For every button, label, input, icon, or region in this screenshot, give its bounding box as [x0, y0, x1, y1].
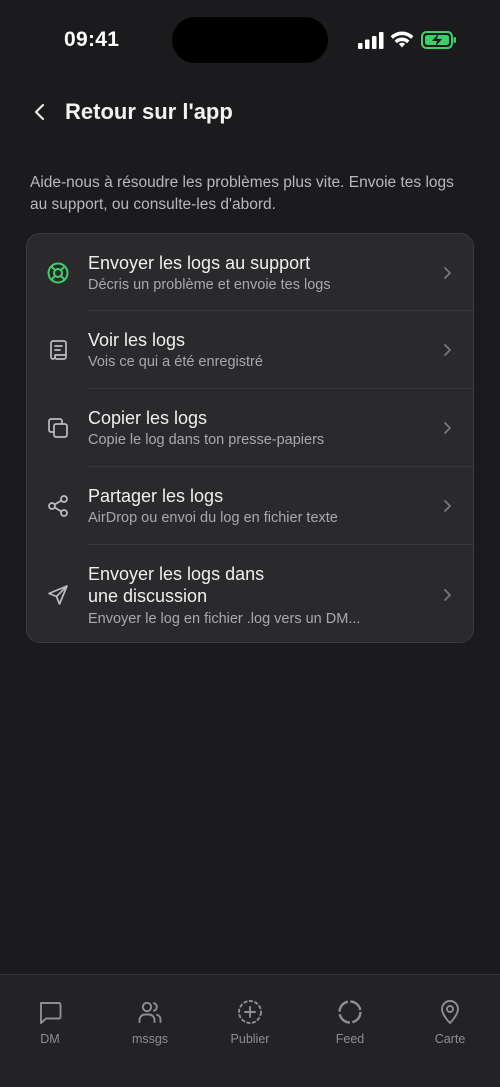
wifi-icon	[390, 31, 414, 48]
tab-publier[interactable]: Publier	[205, 999, 295, 1059]
chevron-right-icon	[444, 500, 451, 512]
tab-bar: DM mssgs Publier Feed Carte	[0, 974, 500, 1087]
tab-label: Carte	[434, 1032, 466, 1046]
status-bar: 09:41	[0, 0, 500, 80]
chevron-right-icon	[444, 589, 451, 601]
option-subtitle: Envoyer le log en fichier .log vers un D…	[88, 611, 361, 627]
screen: 09:41 Retour sur l'app Aide-nous à résou…	[0, 0, 500, 1087]
option-title: Partager les logs	[88, 486, 224, 506]
tab-label: DM	[40, 1032, 60, 1046]
option-view-logs[interactable]: Voir les logs Vois ce qui a été enregist…	[27, 311, 473, 389]
chevron-left-icon	[34, 103, 45, 121]
scroll-icon	[45, 337, 71, 363]
page-title: Retour sur l'app	[65, 99, 233, 124]
map-pin-icon	[441, 1000, 459, 1024]
circle-loader-icon	[338, 1000, 362, 1024]
option-share-logs[interactable]: Partager les logs AirDrop ou envoi du lo…	[27, 467, 473, 545]
nav-header: Retour sur l'app	[0, 90, 500, 134]
copy-icon	[45, 415, 71, 441]
plus-circle-icon	[238, 1000, 262, 1024]
log-options-card: Envoyer les logs au support Décris un pr…	[26, 233, 474, 643]
status-time: 09:41	[64, 28, 120, 51]
dynamic-island	[172, 17, 328, 63]
tab-carte[interactable]: Carte	[405, 999, 495, 1059]
option-title: Envoyer les logs au support	[88, 253, 311, 273]
option-subtitle: AirDrop ou envoi du log en fichier texte	[88, 510, 338, 526]
send-icon	[45, 582, 71, 608]
share-icon	[45, 493, 71, 519]
cellular-signal-icon	[358, 32, 384, 49]
option-title-line1: Envoyer les logs dans	[88, 564, 265, 584]
chevron-right-icon	[444, 267, 451, 279]
tab-label: mssgs	[131, 1032, 169, 1046]
option-send-logs-discussion[interactable]: Envoyer les logs dans une discussion Env…	[27, 545, 473, 642]
option-title: Voir les logs	[88, 330, 186, 350]
users-icon	[138, 1001, 162, 1023]
battery-charging-icon	[421, 31, 456, 49]
tab-feed[interactable]: Feed	[305, 999, 395, 1059]
option-subtitle: Décris un problème et envoie tes logs	[88, 277, 331, 293]
intro-text: Aide-nous à résoudre les problèmes plus …	[30, 174, 454, 213]
option-subtitle: Vois ce qui a été enregistré	[88, 354, 263, 370]
chat-bubble-icon	[39, 1002, 62, 1024]
option-subtitle: Copie le log dans ton presse-papiers	[88, 432, 325, 448]
tab-mssgs[interactable]: mssgs	[105, 999, 195, 1059]
option-copy-logs[interactable]: Copier les logs Copie le log dans ton pr…	[27, 389, 473, 467]
chevron-right-icon	[444, 344, 451, 356]
option-title: Copier les logs	[88, 408, 208, 428]
chevron-right-icon	[444, 422, 451, 434]
tab-label: Feed	[335, 1032, 365, 1046]
back-button[interactable]	[26, 98, 54, 126]
tab-label: Publier	[230, 1032, 270, 1046]
option-send-logs-support[interactable]: Envoyer les logs au support Décris un pr…	[27, 234, 473, 311]
option-title-line2: une discussion	[88, 586, 208, 606]
lifebuoy-icon	[45, 260, 71, 286]
tab-dm[interactable]: DM	[5, 999, 95, 1059]
